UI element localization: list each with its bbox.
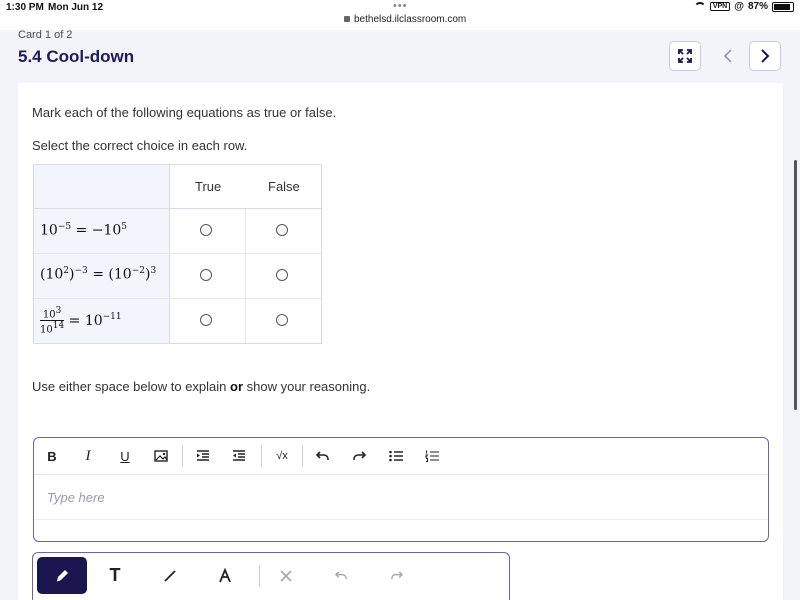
page-scrollbar[interactable] [794,160,797,410]
next-card-button[interactable] [749,41,781,71]
pencil-icon[interactable] [37,557,87,594]
equation-row-3: 103 1014 = 10−11 [40,306,122,336]
status-time: 1:30 PM [6,2,44,13]
editor-placeholder: Type here [47,490,105,505]
italic-icon[interactable]: I [77,446,99,466]
undo-icon[interactable] [316,557,366,594]
reasoning-bold: or [230,379,244,394]
status-indicators: VPN @ 87% [693,1,794,12]
chevron-right-icon [761,49,770,63]
radio-row-2-false[interactable] [276,269,288,281]
undo-icon[interactable] [312,446,334,466]
card-counter: Card 1 of 2 [18,29,73,41]
wifi-icon [693,2,706,11]
vpn-badge: VPN [709,2,731,11]
rich-text-editor[interactable]: B I U √x Type here [33,437,769,542]
outdent-icon[interactable] [228,446,250,466]
underline-icon[interactable]: U [114,446,136,466]
bullet-list-icon[interactable] [385,446,407,466]
indent-icon[interactable] [192,446,214,466]
reasoning-prompt: Use either space below to explain or sho… [32,379,370,394]
orientation-lock-icon: @ [734,1,744,12]
more-dots-icon[interactable]: ••• [393,0,408,12]
column-header-true: True [195,179,222,194]
status-date: Mon Jun 12 [48,2,104,13]
radio-row-3-false[interactable] [276,314,288,326]
reasoning-suffix: show your reasoning. [243,379,371,394]
highlighter-icon[interactable] [200,557,250,594]
image-icon[interactable] [150,446,172,466]
radio-row-1-false[interactable] [276,224,288,236]
battery-percent: 87% [747,1,768,12]
url-text: bethelsd.ilclassroom.com [354,14,467,25]
true-false-grid: True False 10−5 = −105 (102)−3 = (10−2)3… [33,164,322,344]
equation-row-2: (102)−3 = (10−2)3 [40,266,157,283]
text-icon[interactable]: T [90,557,140,594]
lock-icon [344,16,350,22]
expand-icon [678,49,692,63]
redo-icon[interactable] [371,557,421,594]
status-bar: 1:30 PM Mon Jun 12 ••• bethelsd.ilclassr… [0,0,800,30]
expand-button[interactable] [669,41,701,71]
equation-row-1: 10−5 = −105 [40,222,128,239]
column-header-false: False [268,179,300,194]
editor-toolbar: B I U √x [34,438,768,475]
previous-card-button[interactable] [718,46,738,66]
redo-icon[interactable] [348,446,370,466]
page-title: 5.4 Cool-down [18,47,135,66]
chevron-left-icon [723,49,732,63]
clear-icon[interactable] [261,557,311,594]
battery-icon [772,1,794,12]
radio-row-3-true[interactable] [200,314,212,326]
numbered-list-icon[interactable] [421,446,443,466]
question-instruction: Mark each of the following equations as … [32,105,337,120]
address-bar[interactable]: bethelsd.ilclassroom.com [344,14,466,25]
drawing-toolbar: T [32,552,510,600]
reasoning-prefix: Use either space below to explain [32,379,231,394]
bold-icon[interactable]: B [41,446,63,466]
line-icon[interactable] [145,557,195,594]
radio-row-2-true[interactable] [200,269,212,281]
math-icon[interactable]: √x [271,446,293,466]
radio-row-1-true[interactable] [200,224,212,236]
select-prompt: Select the correct choice in each row. [32,138,248,153]
